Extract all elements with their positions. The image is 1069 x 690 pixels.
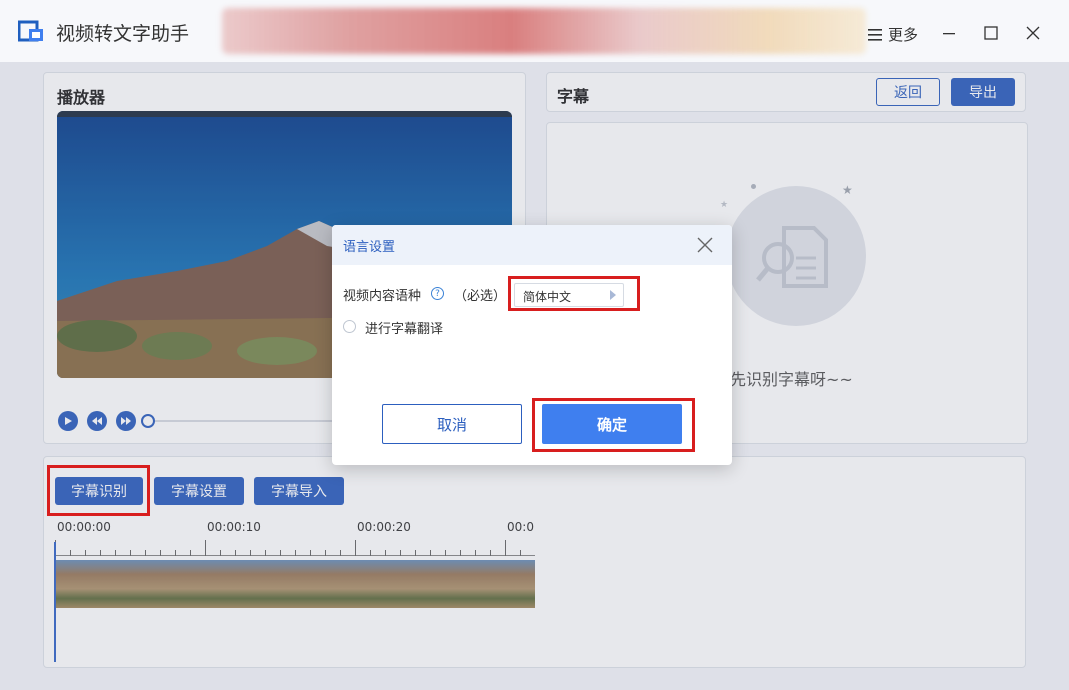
dialog-header: 语言设置 [332, 225, 732, 265]
more-menu-button[interactable]: 更多 [868, 24, 918, 45]
dialog-title: 语言设置 [343, 240, 396, 255]
translate-label: 进行字幕翻译 [365, 322, 444, 337]
highlight-box [47, 465, 150, 516]
maximize-button[interactable] [978, 20, 1004, 46]
menu-icon [868, 28, 882, 41]
blurred-banner [222, 8, 866, 54]
app-title: 视频转文字助手 [56, 23, 190, 45]
highlight-box [508, 276, 640, 311]
minimize-button[interactable] [936, 20, 962, 46]
highlight-box [532, 398, 695, 452]
help-icon[interactable]: ? [431, 287, 444, 300]
required-note: （必选） [454, 289, 507, 304]
language-field-label: 视频内容语种 [343, 289, 422, 304]
more-label: 更多 [888, 26, 919, 44]
minimize-icon [943, 33, 955, 35]
app-logo-icon [18, 20, 43, 42]
translate-radio[interactable] [343, 320, 356, 333]
cancel-button[interactable]: 取消 [382, 404, 522, 444]
maximize-icon [984, 26, 998, 40]
title-bar: 视频转文字助手 更多 [0, 0, 1069, 62]
dialog-close-button[interactable] [694, 234, 716, 256]
close-window-button[interactable] [1020, 20, 1046, 46]
close-icon [1026, 26, 1040, 40]
close-icon [697, 237, 713, 253]
